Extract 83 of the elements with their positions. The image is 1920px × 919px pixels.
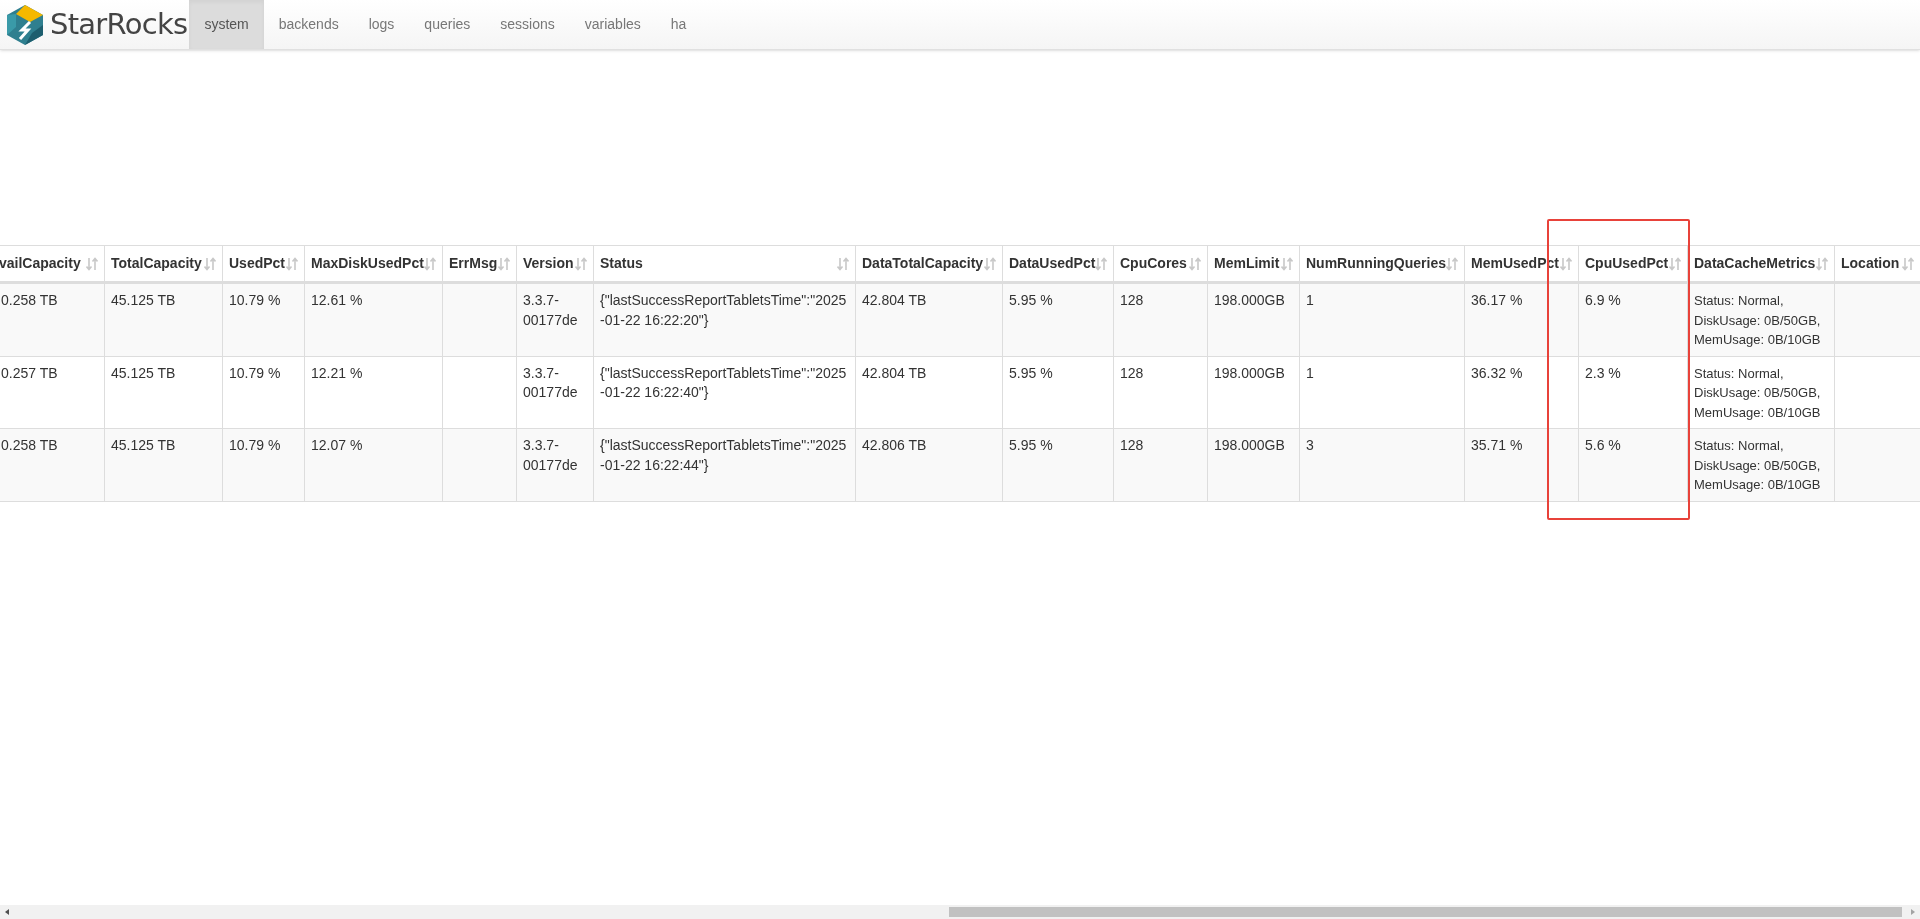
table-cell: Status: Normal, DiskUsage: 0B/50GB, MemUsage: 0B/10GB (1687, 428, 1835, 501)
nav-tab[interactable]: logs (353, 0, 410, 49)
table-cell: 0.257 TB (0, 356, 105, 429)
table-cell: 5.6 % (1578, 428, 1688, 501)
column-title: DataTotalCapacity (862, 254, 984, 273)
column-title: UsedPct (229, 254, 286, 273)
table-cell: 3 (1299, 428, 1465, 501)
table-cell: 1 (1299, 356, 1465, 429)
table-cell: 1 (1299, 282, 1465, 356)
horizontal-scrollbar[interactable] (0, 905, 1920, 919)
scrollbar-thumb[interactable] (949, 907, 1902, 917)
table-cell: 10.79 % (222, 428, 305, 501)
table-cell: 5.95 % (1002, 282, 1114, 356)
column-title: ErrMsg (449, 254, 498, 273)
sort-icon[interactable] (837, 256, 849, 271)
table-cell: 198.000GB (1207, 282, 1300, 356)
table-cell: {"lastSuccessReportTabletsTime":"2025-01-22 16:22:44"} (593, 428, 856, 501)
table-cell: 198.000GB (1207, 356, 1300, 429)
sort-icon[interactable] (575, 256, 587, 271)
sort-icon[interactable] (1446, 256, 1458, 271)
nav-tab[interactable]: backends (263, 0, 354, 49)
column-title: Status (600, 254, 643, 273)
table-cell: {"lastSuccessReportTabletsTime":"2025-01-22 16:22:20"} (593, 282, 856, 356)
sort-icon[interactable] (1095, 256, 1108, 271)
table-cell: 12.07 % (304, 428, 443, 501)
table-cell: 128 (1113, 428, 1208, 501)
nav-tab[interactable]: sessions (485, 0, 570, 49)
sort-icon[interactable] (984, 256, 996, 271)
table-cell: 36.32 % (1464, 356, 1579, 429)
table-cell: 0.258 TB (0, 428, 105, 501)
table-cell: {"lastSuccessReportTabletsTime":"2025-01-22 16:22:40"} (593, 356, 856, 429)
table-cell: 42.804 TB (855, 356, 1003, 429)
table-cell: 128 (1113, 282, 1208, 356)
table-cell: 45.125 TB (104, 356, 223, 429)
table-cell: 10.79 % (222, 356, 305, 429)
sort-icon[interactable] (424, 256, 436, 271)
table-cell: Status: Normal, DiskUsage: 0B/50GB, MemUsage: 0B/10GB (1687, 282, 1835, 356)
column-title: NumRunningQueries (1306, 254, 1446, 273)
nav-tab[interactable]: system (189, 0, 264, 49)
sort-icon[interactable] (204, 256, 216, 271)
sort-icon[interactable] (1281, 256, 1293, 271)
column-title: MemLimit (1214, 254, 1280, 273)
sort-icon[interactable] (286, 256, 298, 271)
table-cell: 5.95 % (1002, 428, 1114, 501)
table-cell: 12.21 % (304, 356, 443, 429)
brand-name[interactable]: StarRocks (50, 2, 188, 47)
column-title: CpuCores (1120, 254, 1187, 273)
table-cell: 42.806 TB (855, 428, 1003, 501)
sort-icon[interactable] (1902, 256, 1914, 271)
table-cell: 6.9 % (1578, 282, 1688, 356)
table-cell: 3.3.7-00177de (516, 428, 594, 501)
column-title: DataCacheMetrics (1694, 254, 1816, 273)
column-title: DataUsedPct (1009, 254, 1096, 273)
table-cell: 2.3 % (1578, 356, 1688, 429)
sort-icon[interactable] (1816, 256, 1828, 271)
table-cell: 128 (1113, 356, 1208, 429)
sort-icon[interactable] (86, 256, 98, 271)
nav-tab[interactable]: queries (409, 0, 486, 49)
column-title: MaxDiskUsedPct (311, 254, 424, 273)
table-cell: 198.000GB (1207, 428, 1300, 501)
column-title: TotalCapacity (111, 254, 202, 273)
table-cell: 3.3.7-00177de (516, 356, 594, 429)
table-cell: 5.95 % (1002, 356, 1114, 429)
logo-icon (4, 2, 46, 47)
nav-tab[interactable]: variables (569, 0, 656, 49)
sort-icon[interactable] (1669, 256, 1681, 271)
table-cell: 35.71 % (1464, 428, 1579, 501)
table-cell: 10.79 % (222, 282, 305, 356)
column-title: Version (523, 254, 574, 273)
column-title: CpuUsedPct (1585, 254, 1669, 273)
table-cell: 45.125 TB (104, 282, 223, 356)
table-cell: 36.17 % (1464, 282, 1579, 356)
column-title: Location (1841, 254, 1900, 273)
sort-icon[interactable] (498, 256, 510, 271)
table-cell: 0.258 TB (0, 282, 105, 356)
table-cell: 42.804 TB (855, 282, 1003, 356)
table-cell: 45.125 TB (104, 428, 223, 501)
nav-tab[interactable]: ha (655, 0, 702, 49)
sort-icon[interactable] (1189, 256, 1201, 271)
sort-icon[interactable] (1560, 256, 1572, 271)
table-cell: Status: Normal, DiskUsage: 0B/50GB, MemUsage: 0B/10GB (1687, 356, 1835, 429)
table-cell: 3.3.7-00177de (516, 282, 594, 356)
table-cell: 12.61 % (304, 282, 443, 356)
